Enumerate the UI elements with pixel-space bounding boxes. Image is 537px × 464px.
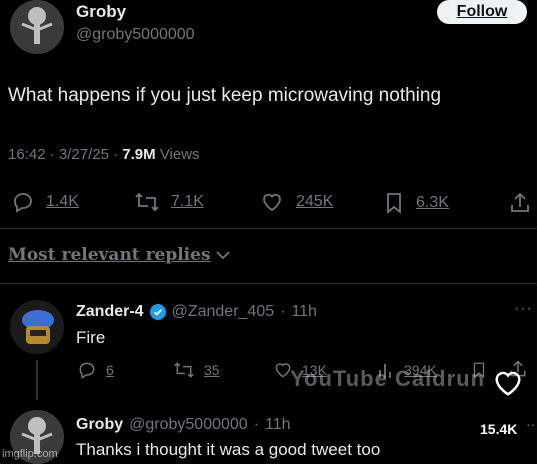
reply1-repost-count: 35 [204,362,220,378]
replies-filter[interactable]: Most relevant replies [8,245,231,265]
reply2-author-name[interactable]: Groby [76,416,123,434]
reply-text: Fire [76,328,106,347]
tweet-time: 16:42 [8,146,46,163]
repost-action[interactable]: 7.1K [133,190,204,214]
divider [0,283,537,284]
floating-heart-icon[interactable] [492,368,524,403]
reply-icon [14,193,32,213]
tweet-date: 3/27/25 [58,146,109,163]
repost-icon [174,362,194,378]
reply-thread-line [36,360,38,400]
reply2-text: Thanks i thought it was a good tweet too [76,440,381,459]
reply-age: 11h [291,303,317,320]
divider [0,228,537,229]
follow-button[interactable]: Follow [437,0,527,24]
tweet-text: What happens if you just keep microwavin… [8,85,442,106]
reply2-like-count[interactable]: 15.4K [480,421,517,437]
author-avatar[interactable] [10,0,64,54]
reply-avatar[interactable] [10,300,64,354]
like-count: 245K [296,193,334,210]
reply2-author-handle[interactable]: @groby5000000 [129,416,248,434]
reply2-header: Groby @groby5000000 · 11h [76,416,291,434]
more-options-icon[interactable]: ·· [526,416,535,432]
repost-icon [135,192,159,212]
tweet-views-label: Views [159,146,200,163]
imgflip-watermark: imgflip.com [2,448,58,460]
reply1-repost-action[interactable]: 35 [172,360,220,380]
like-action[interactable]: 245K [258,190,333,214]
reply-icon [79,362,95,379]
tweet-views-count: 7.9M [122,146,156,163]
reply-count: 1.4K [46,193,79,210]
author-name[interactable]: Groby [76,2,126,22]
reply-author-handle[interactable]: @Zander_405 [172,303,275,321]
more-options-icon[interactable]: ··· [514,300,533,318]
reply1-reply-count: 6 [106,362,114,378]
reply1-reply-action[interactable]: 6 [76,360,114,380]
heart-icon [263,193,281,212]
bookmark-count: 6.3K [416,194,449,211]
chevron-down-icon [215,251,230,260]
verified-badge-icon [149,304,166,320]
repost-count: 7.1K [171,193,204,210]
tweet-meta: 16:42 · 3/27/25 · 7.9M Views [8,146,200,163]
reply2-age: 11h [265,416,291,433]
author-handle[interactable]: @groby5000000 [76,26,195,44]
youtube-watermark: YouTube Caldrun [290,366,486,391]
replies-filter-label: Most relevant replies [8,245,211,265]
reply-author-name[interactable]: Zander-4 [76,303,144,321]
bookmark-icon [387,193,401,214]
share-action[interactable] [508,190,532,216]
reply-header: Zander-4 @Zander_405 · 11h [76,303,317,321]
share-icon [511,192,529,212]
bookmark-action[interactable]: 6.3K [382,190,449,216]
reply-action[interactable]: 1.4K [10,190,79,214]
